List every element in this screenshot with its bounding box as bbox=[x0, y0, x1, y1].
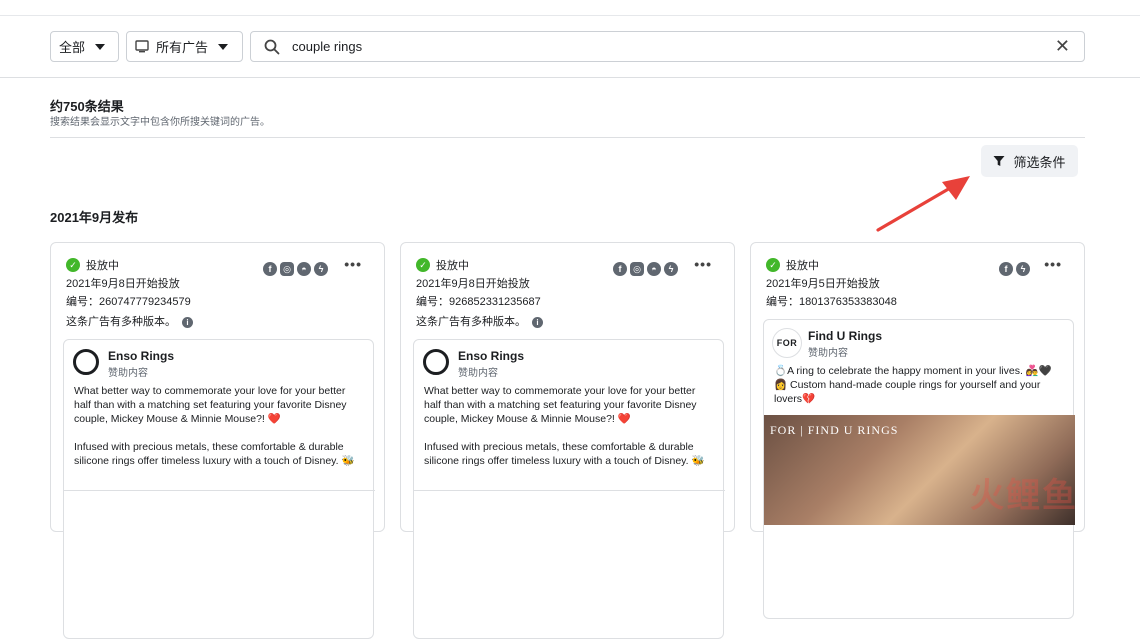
more-options-icon[interactable]: ••• bbox=[1044, 256, 1062, 272]
ad-body: What better way to commemorate your love… bbox=[74, 384, 364, 482]
audience-network-icon: ◓ bbox=[647, 262, 661, 276]
search-field[interactable]: couple rings ✕ bbox=[250, 31, 1085, 62]
status-text: 投放中 bbox=[786, 260, 819, 272]
ad-body-paragraph: Infused with precious metals, these comf… bbox=[74, 441, 355, 467]
result-note: 搜索结果会显示文字中包含你所搜关键词的广告。 bbox=[50, 117, 270, 128]
start-date: 2021年9月5日开始投放 bbox=[766, 278, 880, 290]
ad-body-paragraph: 💍A ring to celebrate the happy moment in… bbox=[774, 365, 1052, 405]
divider bbox=[50, 137, 1085, 138]
ad-id: 编号：260747779234579 bbox=[66, 296, 191, 308]
annotation-arrow bbox=[876, 176, 970, 232]
start-date: 2021年9月8日开始投放 bbox=[416, 278, 530, 290]
messenger-icon: ϟ bbox=[1016, 262, 1030, 276]
ad-preview[interactable]: Enso Rings 赞助内容 What better way to comme… bbox=[413, 339, 725, 639]
ad-id: 编号：1801376353383048 bbox=[766, 296, 897, 308]
info-icon[interactable]: i bbox=[182, 316, 193, 328]
versions-note: 这条广告有多种版本。 i bbox=[66, 313, 193, 329]
more-options-icon[interactable]: ••• bbox=[694, 256, 712, 272]
divider bbox=[64, 490, 375, 491]
versions-text: 这条广告有多种版本。 bbox=[66, 316, 176, 328]
filter-icon bbox=[993, 156, 1005, 166]
status-text: 投放中 bbox=[436, 260, 469, 272]
facebook-icon: f bbox=[999, 262, 1013, 276]
instagram-icon: ◎ bbox=[280, 262, 294, 276]
facebook-icon: f bbox=[613, 262, 627, 276]
divider bbox=[414, 490, 725, 491]
platform-icons: f ◎ ◓ ϟ bbox=[613, 262, 678, 276]
audience-network-icon: ◓ bbox=[297, 262, 311, 276]
watermark: 火鲤鱼 bbox=[970, 477, 1078, 515]
platform-icons: f ◎ ◓ ϟ bbox=[263, 262, 328, 276]
status-badge: ✓ 投放中 bbox=[416, 257, 469, 273]
ad-type-dropdown[interactable]: 所有广告 bbox=[126, 31, 243, 62]
brand-name[interactable]: Enso Rings bbox=[108, 349, 174, 363]
start-date: 2021年9月8日开始投放 bbox=[66, 278, 180, 290]
ad-body-paragraph: Infused with precious metals, these comf… bbox=[424, 441, 705, 467]
check-icon: ✓ bbox=[766, 258, 780, 272]
ad-body: What better way to commemorate your love… bbox=[424, 384, 714, 482]
ad-card: ✓ 投放中 f ◎ ◓ ϟ ••• 2021年9月8日开始投放 编号：92685… bbox=[400, 242, 735, 639]
check-icon: ✓ bbox=[416, 258, 430, 272]
monitor-icon bbox=[135, 40, 149, 53]
clear-search-icon[interactable]: ✕ bbox=[1055, 37, 1070, 55]
ad-id: 编号：926852331235687 bbox=[416, 296, 541, 308]
brand-logo bbox=[73, 349, 99, 375]
status-badge: ✓ 投放中 bbox=[66, 257, 119, 273]
more-options-icon[interactable]: ••• bbox=[344, 256, 362, 272]
info-icon[interactable]: i bbox=[532, 316, 543, 328]
ad-type-label: 所有广告 bbox=[156, 40, 209, 55]
brand-logo bbox=[423, 349, 449, 375]
section-title: 2021年9月发布 bbox=[50, 210, 139, 225]
versions-note: 这条广告有多种版本。 i bbox=[416, 313, 543, 329]
facebook-icon: f bbox=[263, 262, 277, 276]
ad-preview[interactable]: Enso Rings 赞助内容 What better way to comme… bbox=[63, 339, 375, 639]
sponsored-label: 赞助内容 bbox=[808, 348, 848, 359]
caret-down-icon bbox=[95, 43, 106, 50]
ad-body: 💍A ring to celebrate the happy moment in… bbox=[774, 364, 1064, 420]
brand-name[interactable]: Enso Rings bbox=[458, 349, 524, 363]
ad-card: ✓ 投放中 f ◎ ◓ ϟ ••• 2021年9月8日开始投放 编号：26074… bbox=[50, 242, 385, 639]
scope-label: 全部 bbox=[59, 40, 86, 55]
search-input[interactable]: couple rings bbox=[292, 39, 362, 54]
sponsored-label: 赞助内容 bbox=[108, 368, 148, 379]
versions-text: 这条广告有多种版本。 bbox=[416, 316, 526, 328]
filter-button[interactable]: 筛选条件 bbox=[981, 145, 1078, 177]
search-icon bbox=[264, 39, 280, 54]
status-text: 投放中 bbox=[86, 260, 119, 272]
top-strip bbox=[0, 0, 1140, 16]
status-badge: ✓ 投放中 bbox=[766, 257, 819, 273]
messenger-icon: ϟ bbox=[664, 262, 678, 276]
brand-logo: FOR bbox=[772, 328, 802, 358]
ad-body-paragraph: What better way to commemorate your love… bbox=[424, 385, 697, 425]
platform-icons: f ϟ bbox=[999, 262, 1030, 276]
sponsored-label: 赞助内容 bbox=[458, 368, 498, 379]
ad-body-paragraph: What better way to commemorate your love… bbox=[74, 385, 347, 425]
check-icon: ✓ bbox=[66, 258, 80, 272]
brand-name[interactable]: Find U Rings bbox=[808, 329, 882, 343]
filter-label: 筛选条件 bbox=[1013, 154, 1066, 170]
instagram-icon: ◎ bbox=[630, 262, 644, 276]
search-toolbar: 全部 所有广告 couple rings ✕ bbox=[0, 16, 1140, 78]
messenger-icon: ϟ bbox=[314, 262, 328, 276]
photo-caption: FOR | FIND U RINGS bbox=[770, 423, 899, 437]
scope-dropdown[interactable]: 全部 bbox=[50, 31, 119, 62]
caret-down-icon bbox=[218, 43, 229, 50]
